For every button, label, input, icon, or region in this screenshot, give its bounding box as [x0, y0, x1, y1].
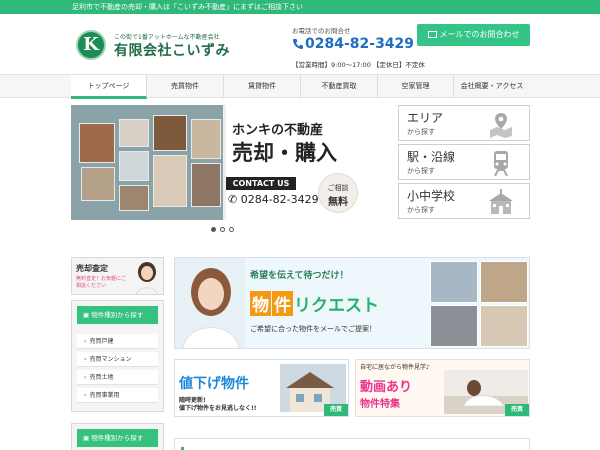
- link-label: 売買戸建: [89, 338, 114, 345]
- property-type-heading: ▣ 物件種別から探す: [77, 429, 158, 447]
- logo-mark: K: [83, 34, 99, 55]
- slide-phone-number: 0284-82-3429: [240, 193, 319, 206]
- video-feature-banner[interactable]: 自宅に居ながら物件見学♪ 動画あり 物件特集 売買: [355, 359, 530, 417]
- property-request-banner[interactable]: 希望を伝えて待つだけ！ 物件リクエスト ご希望に合った物件をメールでご提案！: [174, 257, 530, 349]
- slide-headline-main: 売却・購入: [232, 141, 337, 165]
- woman-photo: [136, 262, 158, 294]
- phone-icon: [293, 39, 303, 49]
- side-heading-text: 物件種別から探す: [91, 434, 144, 442]
- envelope-icon: [427, 31, 437, 38]
- search-sub: から探す: [407, 128, 435, 136]
- request-lead: 希望を伝えて待つだけ！: [250, 271, 349, 281]
- company-name[interactable]: 有限会社こいずみ: [114, 40, 230, 60]
- search-title: 小中学校: [407, 189, 456, 203]
- nav-purchase[interactable]: 不動産買取: [301, 75, 378, 98]
- video-banner-sub: 物件特集: [360, 399, 400, 410]
- top-announcement-bar: 足利市で不動産の売却・購入は「こいずみ不動産」にまずはご相談下さい: [0, 0, 600, 14]
- nav-label: 空家管理: [401, 82, 430, 90]
- search-by-school[interactable]: 小中学校 から探す: [398, 183, 530, 219]
- free-consultation-badge: ご相談 無料: [318, 173, 358, 213]
- nav-top[interactable]: トップページ: [71, 75, 147, 99]
- contact-us-label: CONTACT US: [226, 177, 296, 190]
- slide-photo-collage: [71, 105, 223, 220]
- sale-assessment-banner[interactable]: 売却査定 無料査定！お気軽にご相談ください: [71, 257, 164, 295]
- nav-label: 賃貸物件: [248, 82, 276, 90]
- search-by-station[interactable]: 駅・沿線 から探す: [398, 144, 530, 180]
- map-pin-icon: [490, 113, 512, 138]
- main-nav: トップページ 売買物件 賃貸物件 不動産買取 空家管理 会社概要・アクセス: [0, 74, 600, 99]
- nav-rental-properties[interactable]: 賃貸物件: [224, 75, 301, 98]
- search-sub: から探す: [407, 206, 435, 214]
- company-logo[interactable]: K: [76, 30, 106, 60]
- hero-slider[interactable]: ホンキの不動産 売却・購入 CONTACT US ✆ 0284-82-3429 …: [71, 105, 375, 220]
- link-sale-house[interactable]: 売買戸建: [77, 334, 158, 349]
- video-banner-lead: 自宅に居ながら物件見学♪: [360, 364, 430, 371]
- slide-headline: ホンキの不動産: [232, 123, 324, 138]
- request-title-char: 件: [272, 291, 293, 316]
- request-title: 物件リクエスト: [250, 291, 379, 316]
- nav-label: 売買物件: [171, 82, 199, 90]
- nav-company[interactable]: 会社概要・アクセス: [454, 75, 530, 98]
- property-type-panel: ▣ 物件種別から探す 売買戸建 売買マンション 売買土地 売買事業用: [71, 300, 164, 412]
- sale-assessment-sub: 無料査定！お気軽にご相談ください: [76, 276, 126, 289]
- slide-phone: ✆ 0284-82-3429: [228, 193, 319, 206]
- free-text: 無料: [328, 197, 348, 208]
- side-heading-text: 物件種別から探す: [91, 311, 144, 319]
- consult-text: ご相談: [327, 184, 349, 192]
- property-type-heading: ▣ 物件種別から探す: [77, 306, 158, 324]
- top-announcement-text: 足利市で不動産の売却・購入は「こいずみ不動産」にまずはご相談下さい: [72, 3, 303, 11]
- phone-number[interactable]: 0284-82-3429: [305, 36, 414, 52]
- nav-label: トップページ: [87, 82, 130, 90]
- request-title-char: 物: [250, 291, 271, 316]
- woman-photo: [175, 258, 245, 348]
- nav-label: 不動産買取: [321, 82, 357, 90]
- mail-inquiry-button[interactable]: メールでのお問合わせ: [417, 24, 530, 46]
- search-title: エリア: [407, 111, 444, 125]
- sale-tag: 売買: [324, 404, 348, 416]
- price-reduced-title: 値下げ物件: [179, 376, 249, 392]
- link-sale-land[interactable]: 売買土地: [77, 370, 158, 385]
- link-sale-business[interactable]: 売買事業用: [77, 388, 158, 403]
- school-icon: [489, 189, 513, 214]
- video-banner-title: 動画あり: [360, 380, 413, 395]
- nav-label: 会社概要・アクセス: [460, 82, 524, 90]
- price-reduced-banner[interactable]: 値下げ物件 随時更新! 値下げ物件をお見逃しなく!! 売買: [174, 359, 349, 417]
- request-title-rest: リクエスト: [294, 296, 379, 316]
- link-label: 売買土地: [89, 374, 114, 381]
- search-sub: から探す: [407, 167, 435, 175]
- sale-assessment-title: 売却査定: [76, 264, 108, 273]
- slider-dot[interactable]: [220, 227, 225, 232]
- price-sub-line: 随時更新!: [179, 397, 206, 404]
- price-reduced-sub: 随時更新! 値下げ物件をお見逃しなく!!: [179, 397, 256, 413]
- phone-caption: お電話でのお問合せ: [292, 27, 351, 35]
- nav-sale-properties[interactable]: 売買物件: [147, 75, 224, 98]
- slider-dot[interactable]: [229, 227, 234, 232]
- nav-vacant-house[interactable]: 空家管理: [378, 75, 454, 98]
- content-section-box: [174, 438, 530, 450]
- sale-tag: 売買: [505, 404, 529, 416]
- link-label: 売買マンション: [89, 356, 132, 363]
- request-sub: ご希望に合った物件をメールでご提案！: [250, 325, 376, 333]
- property-type-panel-2: ▣ 物件種別から探す: [71, 423, 164, 450]
- search-by-area[interactable]: エリア から探す: [398, 105, 530, 141]
- search-title: 駅・沿線: [407, 150, 456, 164]
- mail-button-label: メールでのお問合わせ: [439, 30, 520, 39]
- link-label: 売買事業用: [89, 392, 120, 399]
- slider-dot[interactable]: [211, 227, 216, 232]
- link-sale-mansion[interactable]: 売買マンション: [77, 352, 158, 367]
- train-icon: [494, 151, 508, 177]
- price-sub-line: 値下げ物件をお見逃しなく!!: [179, 405, 257, 412]
- property-photos: [430, 261, 529, 347]
- business-hours: 【営業時間】9:00～17:00 【定休日】不定休: [292, 61, 425, 69]
